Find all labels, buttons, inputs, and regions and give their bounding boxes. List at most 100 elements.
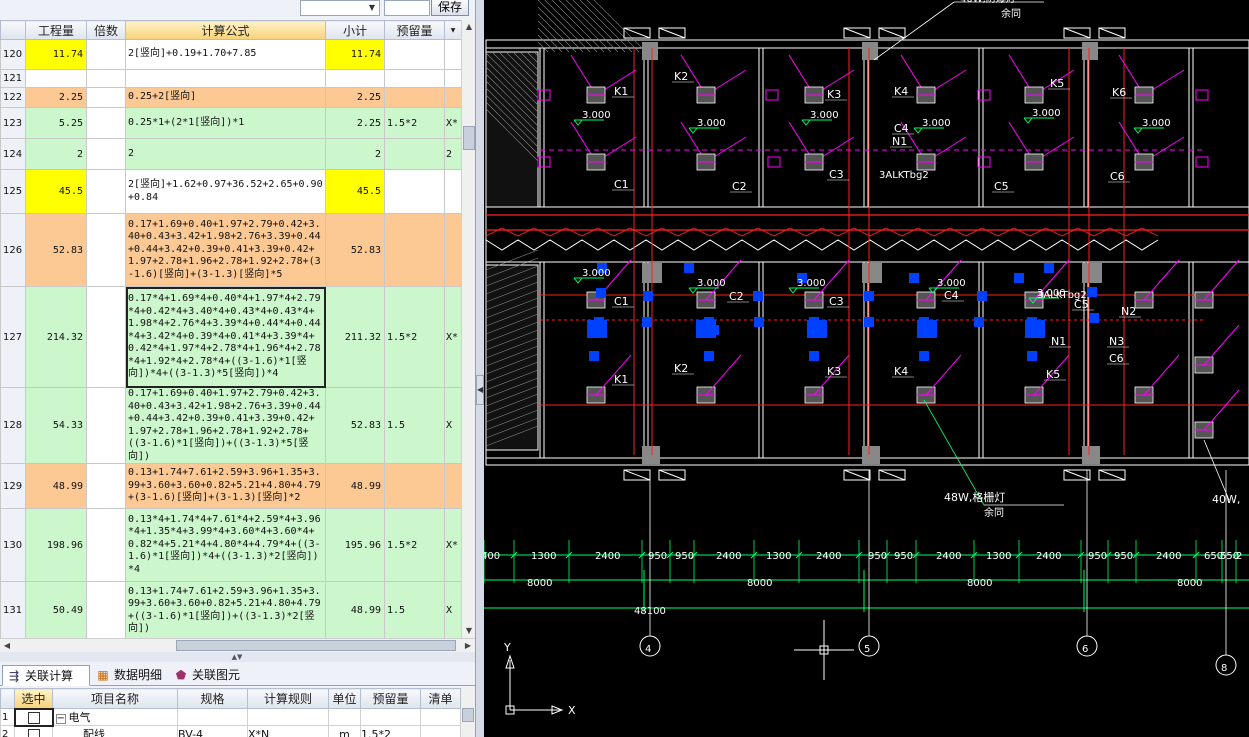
reserve-cell[interactable]: 1.5*2 <box>384 107 445 139</box>
formula-cell[interactable]: 0.25+2[竖向] <box>125 87 326 108</box>
mult-cell[interactable] <box>86 69 126 88</box>
mult-cell[interactable] <box>86 169 126 214</box>
toolbar-input[interactable] <box>384 0 430 16</box>
qty-cell[interactable] <box>25 69 87 88</box>
table-row[interactable]: 131 50.49 0.13+1.74+7.61+2.59+3.96+1.35+3.… <box>0 581 461 638</box>
tab-data-detail[interactable]: ▦ 数据明细 <box>92 665 168 686</box>
rule-cell[interactable] <box>247 708 329 726</box>
subtotal-cell[interactable]: 2.25 <box>325 87 385 108</box>
mult-cell[interactable] <box>86 87 126 108</box>
bscroll-thumb[interactable] <box>462 708 474 722</box>
qty-cell[interactable]: 5.25 <box>25 107 87 139</box>
hscroll-thumb[interactable] <box>176 640 456 651</box>
mult-cell[interactable] <box>86 387 126 464</box>
reserve-cell[interactable]: 1.5 <box>384 387 445 464</box>
select-checkbox-cell[interactable] <box>13 707 54 727</box>
reserve-cell[interactable]: 1.5 <box>384 581 445 638</box>
formula-cell[interactable] <box>125 69 326 88</box>
reserve-cell[interactable] <box>384 169 445 214</box>
table-row[interactable]: 130 198.96 0.13*4+1.74*4+7.61*4+2.59*4+3.9… <box>0 508 461 582</box>
header-formula[interactable]: 计算公式 <box>125 20 326 40</box>
mult-cell[interactable] <box>86 463 126 509</box>
extra-cell[interactable] <box>444 39 461 70</box>
grid-vertical-scrollbar[interactable]: ▲ ▼ <box>461 20 475 638</box>
mult-cell[interactable] <box>86 286 126 388</box>
extra-cell[interactable] <box>444 463 461 509</box>
table-row[interactable]: 1 − 电气 <box>0 707 461 727</box>
spec-cell[interactable]: BV-4 <box>177 725 248 737</box>
reserve-cell[interactable] <box>384 39 445 70</box>
qty-cell[interactable]: 54.33 <box>25 387 87 464</box>
bheader-unit[interactable]: 单位 <box>328 688 361 709</box>
subtotal-cell[interactable]: 195.96 <box>325 508 385 582</box>
formula-cell[interactable]: 0.13*4+1.74*4+7.61*4+2.59*4+3.96*4+1.35*… <box>125 508 326 582</box>
formula-cell[interactable]: 2 <box>125 138 326 170</box>
bheader-list[interactable]: 清单 <box>420 688 461 709</box>
subtotal-cell[interactable]: 2.25 <box>325 107 385 139</box>
extra-cell[interactable]: X <box>444 581 461 638</box>
table-row[interactable]: 122 2.25 0.25+2[竖向] 2.25 <box>0 87 461 108</box>
reserve-cell[interactable] <box>384 87 445 108</box>
table-row[interactable]: 124 2 2 2 2 <box>0 138 461 170</box>
reserve-cell[interactable] <box>384 138 445 170</box>
qty-cell[interactable]: 52.83 <box>25 213 87 287</box>
subtotal-cell[interactable]: 48.99 <box>325 463 385 509</box>
chevron-down-icon[interactable]: ▼ <box>366 2 378 14</box>
scroll-up-icon[interactable]: ▲ <box>462 20 475 34</box>
qty-cell[interactable]: 2 <box>25 138 87 170</box>
subtotal-cell[interactable]: 52.83 <box>325 387 385 464</box>
scroll-left-icon[interactable]: ◀ <box>0 639 14 653</box>
scroll-right-icon[interactable]: ▶ <box>461 639 475 653</box>
subtotal-cell[interactable] <box>325 69 385 88</box>
rule-cell[interactable]: X*N <box>247 725 329 737</box>
cad-drawing[interactable]: 3.000 3.000 3.000 3.000 3.000 3.000 3.000 3.000… <box>484 0 1249 737</box>
tab-link-calc[interactable]: ⇶ 关联计算 <box>2 665 90 686</box>
formula-cell[interactable]: 0.13+1.74+7.61+2.59+3.96+1.35+3.99+3.60+… <box>125 463 326 509</box>
qty-cell[interactable]: 48.99 <box>25 463 87 509</box>
select-checkbox[interactable] <box>27 711 40 724</box>
header-subtotal[interactable]: 小计 <box>325 20 385 40</box>
subtotal-cell[interactable]: 211.32 <box>325 286 385 388</box>
unit-cell[interactable] <box>328 708 361 726</box>
qty-cell[interactable]: 50.49 <box>25 581 87 638</box>
reserve-cell[interactable] <box>384 69 445 88</box>
table-row[interactable]: 129 48.99 0.13+1.74+7.61+2.59+3.96+1.35+3.… <box>0 463 461 509</box>
formula-cell[interactable]: 0.17*4+1.69*4+0.40*4+1.97*4+2.79*4+0.42*… <box>125 286 326 388</box>
panel-splitter[interactable]: ▲▼ <box>0 652 475 662</box>
select-checkbox-cell[interactable] <box>14 725 53 737</box>
qty-cell[interactable]: 198.96 <box>25 508 87 582</box>
formula-cell[interactable]: 0.25*1+(2*1[竖向])*1 <box>125 107 326 139</box>
table-row[interactable]: 127 214.32 0.17*4+1.69*4+0.40*4+1.97*4+2.7… <box>0 286 461 388</box>
spec-cell[interactable] <box>177 708 248 726</box>
cad-drawing-canvas[interactable]: 3.000 3.000 3.000 3.000 3.000 3.000 3.000 3.000… <box>484 0 1249 737</box>
bheader-select[interactable]: 选中 <box>14 688 53 709</box>
bheader-reserve[interactable]: 预留量 <box>360 688 421 709</box>
list-cell[interactable] <box>420 708 461 726</box>
qty-cell[interactable]: 45.5 <box>25 169 87 214</box>
collapse-panel-icon[interactable]: ◀ <box>476 375 484 405</box>
reserve-cell[interactable] <box>360 708 421 726</box>
header-reserve[interactable]: 预留量 <box>384 20 445 40</box>
scroll-thumb[interactable] <box>463 126 475 150</box>
extra-cell[interactable] <box>444 87 461 108</box>
unit-cell[interactable]: m <box>328 725 361 737</box>
subtotal-cell[interactable]: 48.99 <box>325 581 385 638</box>
list-cell[interactable] <box>420 725 461 737</box>
header-qty[interactable]: 工程量 <box>25 20 87 40</box>
scroll-down-icon[interactable]: ▼ <box>462 624 475 638</box>
table-row[interactable]: 120 11.74 2[竖向]+0.19+1.70+7.85 11.74 <box>0 39 461 70</box>
tree-collapse-icon[interactable]: − <box>55 714 66 724</box>
extra-cell[interactable]: X* <box>444 107 461 139</box>
formula-cell[interactable]: 0.13+1.74+7.61+2.59+3.96+1.35+3.99+3.60+… <box>125 581 326 638</box>
formula-cell[interactable]: 2[竖向]+1.62+0.97+36.52+2.65+0.90+0.84 <box>125 169 326 214</box>
save-button[interactable]: 保存 <box>431 0 469 16</box>
reserve-cell[interactable] <box>384 463 445 509</box>
extra-cell[interactable]: X* <box>444 286 461 388</box>
table-row[interactable]: 125 45.5 2[竖向]+1.62+0.97+36.52+2.65+0.90+0… <box>0 169 461 214</box>
bottom-grid-scrollbar[interactable] <box>461 688 475 737</box>
table-row[interactable]: 121 <box>0 69 461 88</box>
table-row[interactable]: 126 52.83 0.17+1.69+0.40+1.97+2.79+0.42+3.… <box>0 213 461 287</box>
subtotal-cell[interactable]: 11.74 <box>325 39 385 70</box>
bheader-rule[interactable]: 计算规则 <box>247 688 329 709</box>
table-row[interactable]: 123 5.25 0.25*1+(2*1[竖向])*1 2.25 1.5*2 X* <box>0 107 461 139</box>
